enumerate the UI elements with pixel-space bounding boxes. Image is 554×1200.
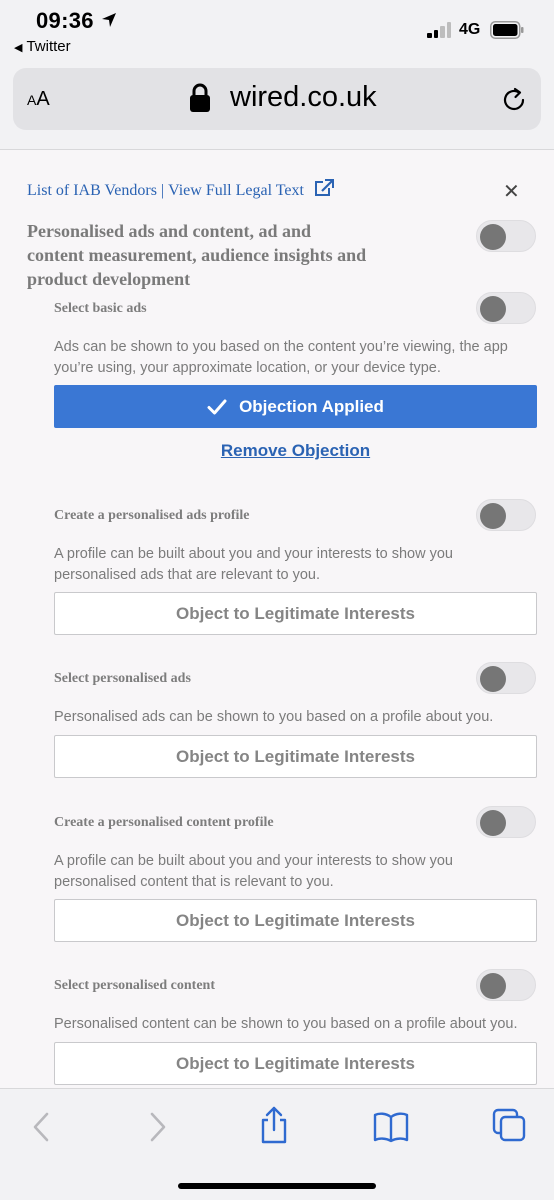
item-desc-personalised-ads: Personalised ads can be shown to you bas… bbox=[54, 709, 494, 725]
share-icon[interactable] bbox=[254, 1105, 294, 1145]
address-bar[interactable]: AAAA wired.co.uk bbox=[13, 68, 541, 130]
back-to-app-link[interactable]: ◀ Twitter bbox=[14, 38, 71, 55]
item-title-ads-profile: Create a personalised ads profile bbox=[54, 508, 250, 523]
item-title-personalised-ads: Select personalised ads bbox=[54, 671, 191, 686]
iab-vendors-link[interactable]: List of IAB Vendors bbox=[27, 182, 157, 199]
toggle-basic-ads[interactable] bbox=[476, 292, 536, 324]
toggle-ads-profile[interactable] bbox=[476, 499, 536, 531]
toggle-knob bbox=[480, 973, 506, 999]
objection-applied-button[interactable]: Objection Applied bbox=[54, 385, 537, 428]
links-separator: | bbox=[160, 182, 165, 199]
toggle-personalised-content[interactable] bbox=[476, 969, 536, 1001]
purpose-toggle[interactable] bbox=[476, 220, 536, 252]
network-type: 4G bbox=[459, 21, 481, 38]
purpose-title: Personalised ads and content, ad and con… bbox=[27, 221, 367, 289]
url-domain: wired.co.uk bbox=[230, 81, 377, 113]
browser-address-area: AAAA wired.co.uk bbox=[0, 62, 554, 150]
item-title-personalised-content: Select personalised content bbox=[54, 978, 215, 993]
toggle-knob bbox=[480, 224, 506, 250]
reload-icon[interactable] bbox=[501, 87, 527, 113]
bookmarks-icon[interactable] bbox=[371, 1109, 411, 1145]
object-button-ads-profile[interactable]: Object to Legitimate Interests bbox=[54, 592, 537, 635]
location-arrow-icon bbox=[102, 13, 116, 27]
item-desc-ads-profile: A profile can be built about you and you… bbox=[54, 546, 453, 583]
item-title-basic-ads: Select basic ads bbox=[54, 301, 147, 316]
toggle-knob bbox=[480, 810, 506, 836]
lock-icon bbox=[190, 83, 210, 112]
status-bar: 09:36 ◀ Twitter 4G bbox=[0, 0, 554, 62]
text-size-button[interactable]: AAAA bbox=[27, 88, 50, 111]
toggle-personalised-ads[interactable] bbox=[476, 662, 536, 694]
item-title-content-profile: Create a personalised content profile bbox=[54, 815, 274, 830]
home-indicator[interactable] bbox=[178, 1183, 376, 1189]
object-button-content-profile[interactable]: Object to Legitimate Interests bbox=[54, 899, 537, 942]
consent-panel: List of IAB Vendors | View Full Legal Text… bbox=[0, 151, 554, 1088]
remove-objection-link[interactable]: Remove Objection bbox=[54, 441, 537, 461]
item-desc-personalised-content: Personalised content can be shown to you… bbox=[54, 1016, 518, 1032]
object-button-personalised-ads[interactable]: Object to Legitimate Interests bbox=[54, 735, 537, 778]
object-button-personalised-content[interactable]: Object to Legitimate Interests bbox=[54, 1042, 537, 1085]
forward-chevron-icon[interactable] bbox=[137, 1109, 177, 1145]
checkmark-icon bbox=[207, 399, 227, 414]
close-icon[interactable]: ✕ bbox=[503, 179, 520, 204]
toggle-content-profile[interactable] bbox=[476, 806, 536, 838]
legal-text-link[interactable]: View Full Legal Text bbox=[168, 182, 304, 199]
status-time: 09:36 bbox=[36, 8, 94, 33]
item-desc-basic-ads: Ads can be shown to you based on the con… bbox=[54, 339, 508, 376]
back-app-label: Twitter bbox=[26, 38, 71, 55]
consent-links: List of IAB Vendors | View Full Legal Text bbox=[27, 179, 334, 200]
toggle-knob bbox=[480, 503, 506, 529]
item-desc-content-profile: A profile can be built about you and you… bbox=[54, 853, 453, 890]
external-link-icon[interactable] bbox=[314, 179, 334, 197]
toggle-knob bbox=[480, 666, 506, 692]
battery-icon bbox=[490, 21, 524, 39]
toggle-knob bbox=[480, 296, 506, 322]
cellular-signal-icon bbox=[427, 22, 453, 38]
back-chevron-icon[interactable] bbox=[22, 1109, 62, 1145]
objection-applied-label: Objection Applied bbox=[239, 396, 384, 416]
tabs-icon[interactable] bbox=[489, 1107, 529, 1143]
back-triangle-icon: ◀ bbox=[14, 42, 23, 54]
